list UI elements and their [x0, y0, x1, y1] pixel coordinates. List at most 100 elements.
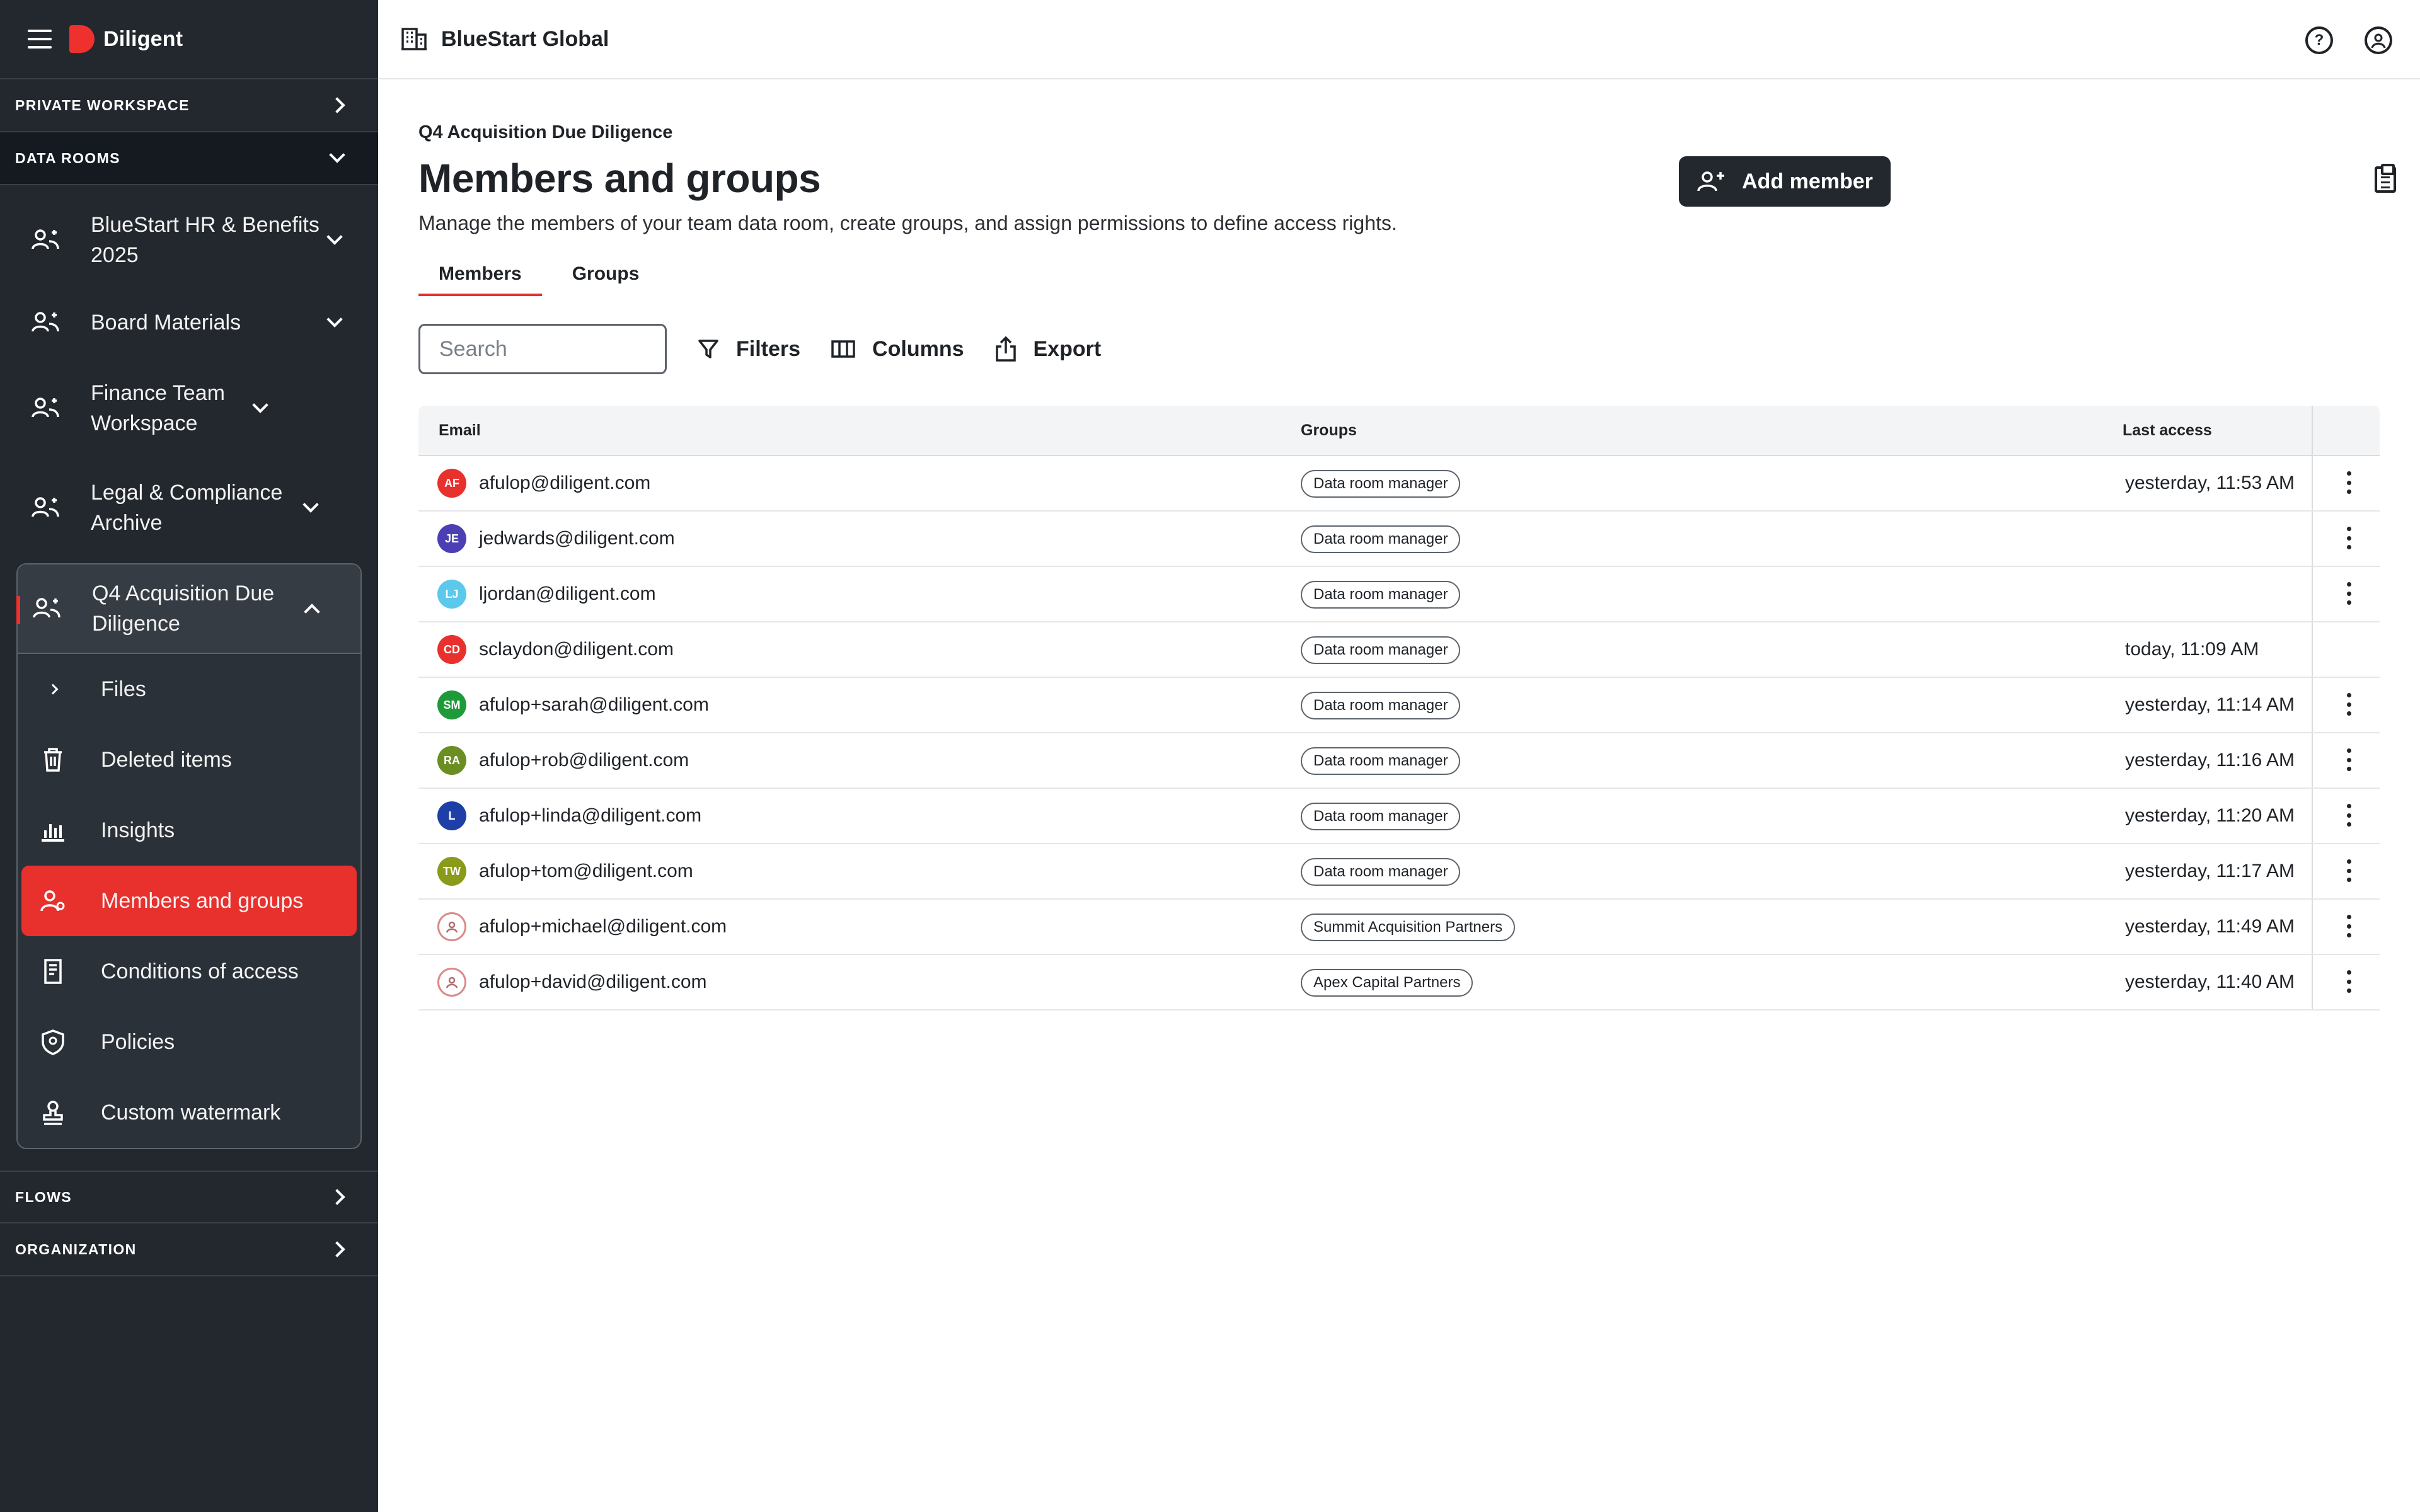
people-icon — [32, 398, 59, 418]
section-organization[interactable]: ORGANIZATION — [0, 1223, 378, 1276]
member-email: afulop+linda@diligent.com — [479, 805, 702, 826]
sidebar-room-board-materials[interactable]: Board Materials — [0, 281, 378, 364]
column-divider — [2312, 567, 2313, 621]
sidebar: Diligent PRIVATE WORKSPACE DATA ROOMS Bl… — [0, 0, 378, 1512]
sidebar-item-custom-watermark[interactable]: Custom watermark — [18, 1077, 360, 1148]
column-divider — [2312, 733, 2313, 788]
last-access: yesterday, 11:49 AM — [2125, 916, 2295, 937]
filters-button[interactable]: Filters — [697, 337, 800, 362]
table-row[interactable]: L afulop+linda@diligent.com Data room ma… — [418, 789, 2380, 844]
column-header-last-access[interactable]: Last access — [2123, 421, 2212, 440]
sidebar-item-files[interactable]: Files — [18, 654, 360, 724]
user-icon — [446, 921, 458, 933]
last-access: today, 11:09 AM — [2125, 639, 2259, 660]
sidebar-room-q4-acquisition[interactable]: Q4 Acquisition Due Diligence — [16, 564, 360, 654]
section-flows[interactable]: FLOWS — [0, 1171, 378, 1223]
table-row[interactable]: SM afulop+sarah@diligent.com Data room m… — [418, 678, 2380, 733]
group-chip: Data room manager — [1301, 581, 1461, 609]
last-access: yesterday, 11:17 AM — [2125, 861, 2295, 881]
chevron-right-icon — [39, 675, 67, 703]
user-avatar-icon — [437, 968, 466, 997]
organization-name: BlueStart Global — [441, 26, 609, 51]
more-options-icon[interactable] — [2346, 527, 2352, 549]
more-options-icon[interactable] — [2346, 970, 2352, 993]
table-body: AF afulop@diligent.com Data room manager… — [418, 456, 2380, 1011]
column-header-groups[interactable]: Groups — [1301, 421, 1357, 440]
export-icon — [995, 336, 1016, 362]
user-icon — [2371, 33, 2386, 49]
breadcrumb[interactable]: Q4 Acquisition Due Diligence — [418, 122, 672, 143]
export-button[interactable]: Export — [994, 336, 1101, 362]
section-data-rooms[interactable]: DATA ROOMS — [0, 132, 378, 185]
column-divider — [2312, 512, 2313, 566]
avatar: TW — [437, 857, 466, 886]
more-options-icon[interactable] — [2346, 859, 2352, 882]
last-access: yesterday, 11:16 AM — [2125, 750, 2295, 770]
chevron-right-icon — [329, 1189, 345, 1205]
last-access: yesterday, 11:53 AM — [2125, 472, 2295, 493]
sidebar-item-conditions-of-access[interactable]: Conditions of access — [18, 936, 360, 1007]
add-member-button[interactable]: Add member — [1679, 156, 1891, 207]
table-row[interactable]: afulop+david@diligent.com Apex Capital P… — [418, 955, 2380, 1011]
table-row[interactable]: LJ ljordan@diligent.com Data room manage… — [418, 567, 2380, 622]
page-title: Members and groups — [418, 156, 821, 201]
room-label: Q4 Acquisition Due Diligence — [92, 581, 275, 636]
more-options-icon[interactable] — [2346, 915, 2352, 937]
user-account-icon[interactable] — [2365, 26, 2392, 54]
table-row[interactable]: afulop+michael@diligent.com Summit Acqui… — [418, 900, 2380, 955]
menu-icon[interactable] — [28, 30, 52, 49]
more-options-icon[interactable] — [2346, 471, 2352, 494]
columns-button[interactable]: Columns — [831, 337, 964, 362]
tabs: Members Groups — [418, 263, 659, 296]
sidebar-item-deleted-items[interactable]: Deleted items — [18, 724, 360, 795]
tab-members[interactable]: Members — [418, 263, 542, 296]
sidebar-item-label: Files — [101, 677, 146, 701]
table-row[interactable]: CD sclaydon@diligent.com Data room manag… — [418, 622, 2380, 678]
column-divider — [2312, 678, 2313, 732]
table-row[interactable]: AF afulop@diligent.com Data room manager… — [418, 456, 2380, 512]
table-row[interactable]: RA afulop+rob@diligent.com Data room man… — [418, 733, 2380, 789]
sidebar-room-legal-compliance[interactable]: Legal & Compliance Archive — [0, 452, 378, 563]
filters-label: Filters — [736, 336, 801, 361]
sidebar-room-bluestart-hr[interactable]: BlueStart HR & Benefits 2025 — [0, 199, 378, 281]
table-row[interactable]: TW afulop+tom@diligent.com Data room man… — [418, 844, 2380, 900]
group-chip: Data room manager — [1301, 692, 1461, 719]
avatar: AF — [437, 469, 466, 498]
more-options-icon[interactable] — [2346, 582, 2352, 605]
diligent-logo-icon — [69, 25, 95, 53]
help-icon[interactable]: ? — [2305, 26, 2333, 54]
group-chip: Data room manager — [1301, 803, 1461, 830]
more-options-icon[interactable] — [2346, 804, 2352, 827]
group-chip: Apex Capital Partners — [1301, 969, 1473, 997]
sidebar-room-finance-team[interactable]: Finance Team Workspace — [0, 364, 378, 452]
sidebar-item-policies[interactable]: Policies — [18, 1007, 360, 1077]
section-private-workspace[interactable]: PRIVATE WORKSPACE — [0, 79, 378, 132]
member-email: afulop+rob@diligent.com — [479, 750, 689, 770]
sidebar-item-label: Members and groups — [101, 888, 304, 913]
avatar: SM — [437, 690, 466, 719]
section-label: PRIVATE WORKSPACE — [15, 96, 190, 113]
sidebar-item-members-and-groups[interactable]: Members and groups — [21, 866, 357, 936]
data-room-list: BlueStart HR & Benefits 2025 Board Mater… — [0, 185, 378, 1149]
column-divider — [2312, 789, 2313, 843]
sidebar-item-label: Conditions of access — [101, 959, 299, 983]
search-input[interactable] — [418, 324, 667, 374]
room-label: Board Materials — [91, 311, 241, 335]
clipboard-icon[interactable] — [2375, 164, 2396, 193]
more-options-icon[interactable] — [2346, 693, 2352, 716]
top-bar: BlueStart Global ? — [378, 0, 2420, 79]
room-label: Legal & Compliance Archive — [91, 481, 283, 535]
members-icon — [40, 890, 65, 912]
member-email: sclaydon@diligent.com — [479, 639, 674, 660]
more-options-icon[interactable] — [2346, 748, 2352, 771]
group-chip: Summit Acquisition Partners — [1301, 914, 1516, 941]
column-divider — [2312, 844, 2313, 898]
table-row[interactable]: JE jedwards@diligent.com Data room manag… — [418, 512, 2380, 567]
tab-groups[interactable]: Groups — [552, 263, 660, 296]
column-header-email[interactable]: Email — [439, 421, 481, 440]
avatar: CD — [437, 635, 466, 664]
trash-icon — [44, 748, 62, 772]
avatar: L — [437, 801, 466, 830]
sidebar-item-insights[interactable]: Insights — [18, 795, 360, 866]
shield-icon — [42, 1029, 64, 1055]
